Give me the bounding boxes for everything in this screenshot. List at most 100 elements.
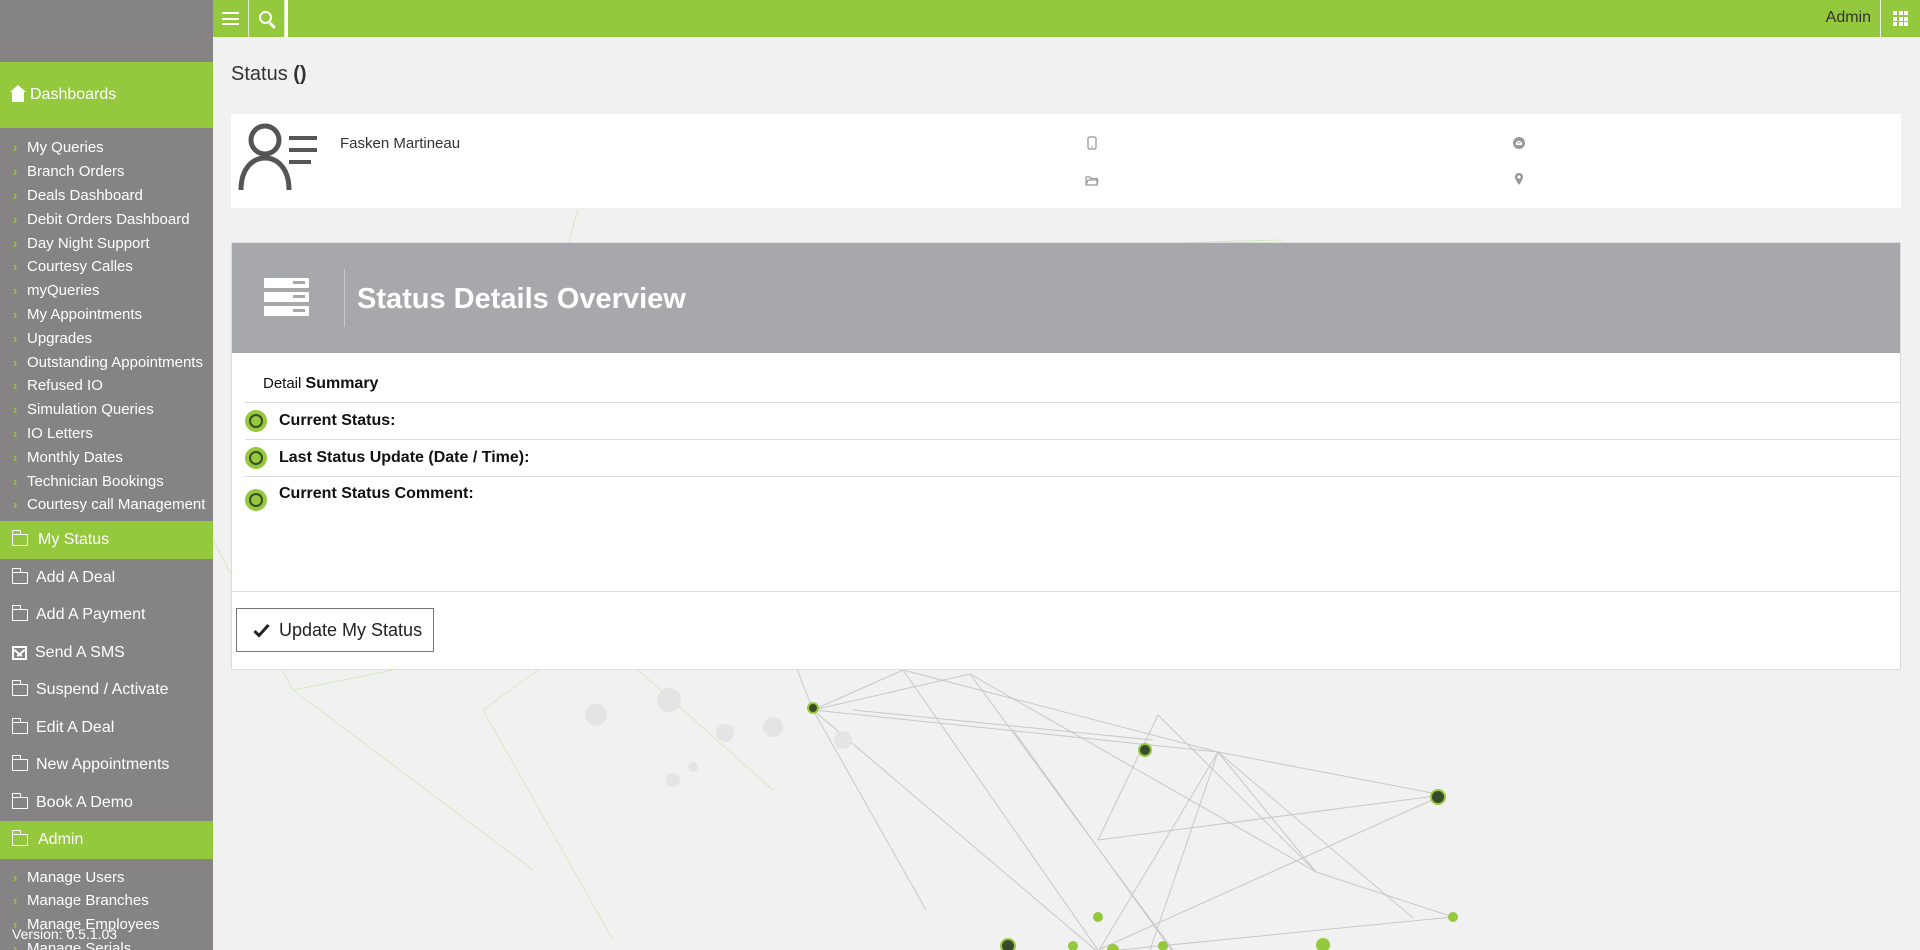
apps-button[interactable] bbox=[1880, 0, 1920, 37]
sidebar-link[interactable]: › Courtesy call Management bbox=[0, 493, 213, 517]
search-button[interactable] bbox=[249, 0, 285, 37]
chevron-right-icon: › bbox=[13, 211, 18, 227]
status-row-comment: Current Status Comment: bbox=[245, 476, 1900, 513]
sidebar-link-label: Upgrades bbox=[27, 329, 93, 347]
sidebar-admin-header[interactable]: Admin bbox=[0, 821, 213, 860]
sidebar-link-label: Courtesy call Management bbox=[27, 496, 206, 514]
sidebar-link-label: IO Letters bbox=[27, 424, 93, 442]
sidebar-item-send-sms[interactable]: Send A SMS bbox=[0, 634, 213, 672]
sidebar-link[interactable]: › Branch Orders bbox=[0, 160, 213, 184]
home-icon bbox=[10, 85, 26, 102]
sidebar-item-label: Add A Deal bbox=[36, 568, 116, 586]
mobile-phone-icon bbox=[1087, 136, 1097, 150]
page-title: Status () bbox=[231, 63, 307, 86]
status-row-current: Current Status: bbox=[245, 402, 1900, 439]
sidebar-item-add-payment[interactable]: Add A Payment bbox=[0, 596, 213, 634]
header-divider bbox=[344, 269, 345, 327]
chevron-right-icon: › bbox=[13, 306, 18, 322]
sidebar-item-my-status[interactable]: My Status bbox=[0, 520, 213, 559]
sidebar-link-label: My Queries bbox=[27, 139, 104, 157]
panel-header: Status Details Overview bbox=[232, 243, 1900, 353]
sidebar-link-label: myQueries bbox=[27, 282, 100, 300]
sidebar-link[interactable]: › Outstanding Appointments bbox=[0, 350, 213, 374]
sidebar-link[interactable]: › Deals Dashboard bbox=[0, 184, 213, 208]
sidebar-link[interactable]: › Day Night Support bbox=[0, 231, 213, 255]
email-icon bbox=[1513, 137, 1525, 149]
sidebar-link-label: Monthly Dates bbox=[27, 448, 123, 466]
chevron-right-icon: › bbox=[13, 187, 18, 203]
status-row-last-update: Last Status Update (Date / Time): bbox=[245, 439, 1900, 476]
status-bullet-icon bbox=[245, 489, 267, 511]
top-bar: Admin bbox=[213, 0, 1920, 37]
sidebar-link-label: Simulation Queries bbox=[27, 401, 154, 419]
chevron-right-icon: › bbox=[13, 497, 18, 513]
status-details-panel: Status Details Overview Detail Summary C… bbox=[231, 242, 1901, 670]
search-input-edge[interactable] bbox=[285, 0, 288, 37]
sidebar-link[interactable]: › myQueries bbox=[0, 279, 213, 303]
folder-open-icon bbox=[11, 529, 28, 546]
sidebar-item-label: Book A Demo bbox=[36, 793, 133, 811]
sidebar-item-new-appointments[interactable]: New Appointments bbox=[0, 746, 213, 784]
chevron-right-icon: › bbox=[13, 893, 18, 909]
sidebar-item-label: Send A SMS bbox=[35, 643, 125, 661]
status-bullet-icon bbox=[245, 410, 267, 432]
sidebar-link-label: Technician Bookings bbox=[27, 472, 164, 490]
sidebar-link[interactable]: › My Appointments bbox=[0, 303, 213, 327]
chevron-right-icon: › bbox=[13, 425, 18, 441]
folder-open-icon bbox=[11, 755, 28, 771]
chevron-right-icon: › bbox=[13, 354, 18, 370]
sidebar-link[interactable]: › Monthly Dates bbox=[0, 445, 213, 469]
sidebar-link[interactable]: › Technician Bookings bbox=[0, 469, 213, 493]
folder-open-icon bbox=[11, 830, 28, 847]
sidebar-item-edit-deal[interactable]: Edit A Deal bbox=[0, 709, 213, 747]
sidebar-link[interactable]: › Refused IO bbox=[0, 374, 213, 398]
row-label: Last Status Update (Date / Time): bbox=[279, 449, 530, 466]
sidebar-link[interactable]: › Simulation Queries bbox=[0, 398, 213, 422]
server-icon bbox=[264, 278, 309, 316]
sidebar-item-add-deal[interactable]: Add A Deal bbox=[0, 559, 213, 597]
sidebar-item-label: Add A Payment bbox=[36, 606, 146, 623]
chevron-right-icon: › bbox=[13, 140, 18, 156]
chevron-right-icon: › bbox=[13, 449, 18, 465]
sidebar-link[interactable]: › Debit Orders Dashboard bbox=[0, 207, 213, 231]
chevron-right-icon: › bbox=[13, 283, 18, 299]
sidebar-link[interactable]: › Manage Users bbox=[0, 865, 213, 889]
folder-open-icon bbox=[11, 680, 28, 696]
sidebar-link-label: Deals Dashboard bbox=[27, 186, 143, 204]
update-my-status-button[interactable]: Update My Status bbox=[236, 608, 434, 652]
sidebar-link[interactable]: › IO Letters bbox=[0, 422, 213, 446]
status-bullet-icon bbox=[245, 447, 267, 469]
sidebar-link[interactable]: › Manage Branches bbox=[0, 889, 213, 913]
search-icon bbox=[258, 10, 272, 24]
sidebar-link-label: Manage Users bbox=[27, 868, 125, 886]
chevron-right-icon: › bbox=[13, 330, 18, 346]
chevron-right-icon: › bbox=[13, 869, 18, 885]
update-button-label: Update My Status bbox=[279, 619, 423, 640]
chevron-right-icon: › bbox=[13, 378, 18, 394]
check-icon bbox=[253, 623, 270, 638]
sidebar-item-label: Suspend / Activate bbox=[36, 681, 169, 698]
chevron-right-icon: › bbox=[13, 164, 18, 180]
sidebar-admin-label: Admin bbox=[38, 831, 84, 849]
summary-bold: Summary bbox=[305, 375, 379, 392]
sidebar-link-label: Day Night Support bbox=[27, 234, 150, 252]
sidebar: Dashboards › My Queries › Branch Orders › D… bbox=[0, 0, 213, 950]
user-menu[interactable]: Admin bbox=[1826, 9, 1871, 27]
sidebar-link[interactable]: › Courtesy Calles bbox=[0, 255, 213, 279]
folder-open-icon bbox=[11, 605, 28, 621]
sidebar-link[interactable]: › Upgrades bbox=[0, 326, 213, 350]
panel-title: Status Details Overview bbox=[357, 283, 686, 315]
sidebar-link[interactable]: › My Queries bbox=[0, 136, 213, 160]
chevron-right-icon: › bbox=[13, 402, 18, 418]
chevron-right-icon: › bbox=[13, 473, 18, 489]
panel-footer-divider bbox=[232, 591, 1900, 592]
sidebar-dashboards-label: Dashboards bbox=[30, 86, 117, 103]
sidebar-item-suspend-activate[interactable]: Suspend / Activate bbox=[0, 671, 213, 709]
sidebar-dashboards-header[interactable]: Dashboards bbox=[0, 62, 213, 128]
sidebar-link-label: Courtesy Calles bbox=[27, 258, 133, 276]
menu-toggle-button[interactable] bbox=[213, 0, 249, 37]
sidebar-link-label: Branch Orders bbox=[27, 163, 125, 181]
sidebar-item-book-demo[interactable]: Book A Demo bbox=[0, 784, 213, 822]
sidebar-link-label: Outstanding Appointments bbox=[27, 353, 203, 371]
folder-open-icon bbox=[11, 717, 28, 734]
